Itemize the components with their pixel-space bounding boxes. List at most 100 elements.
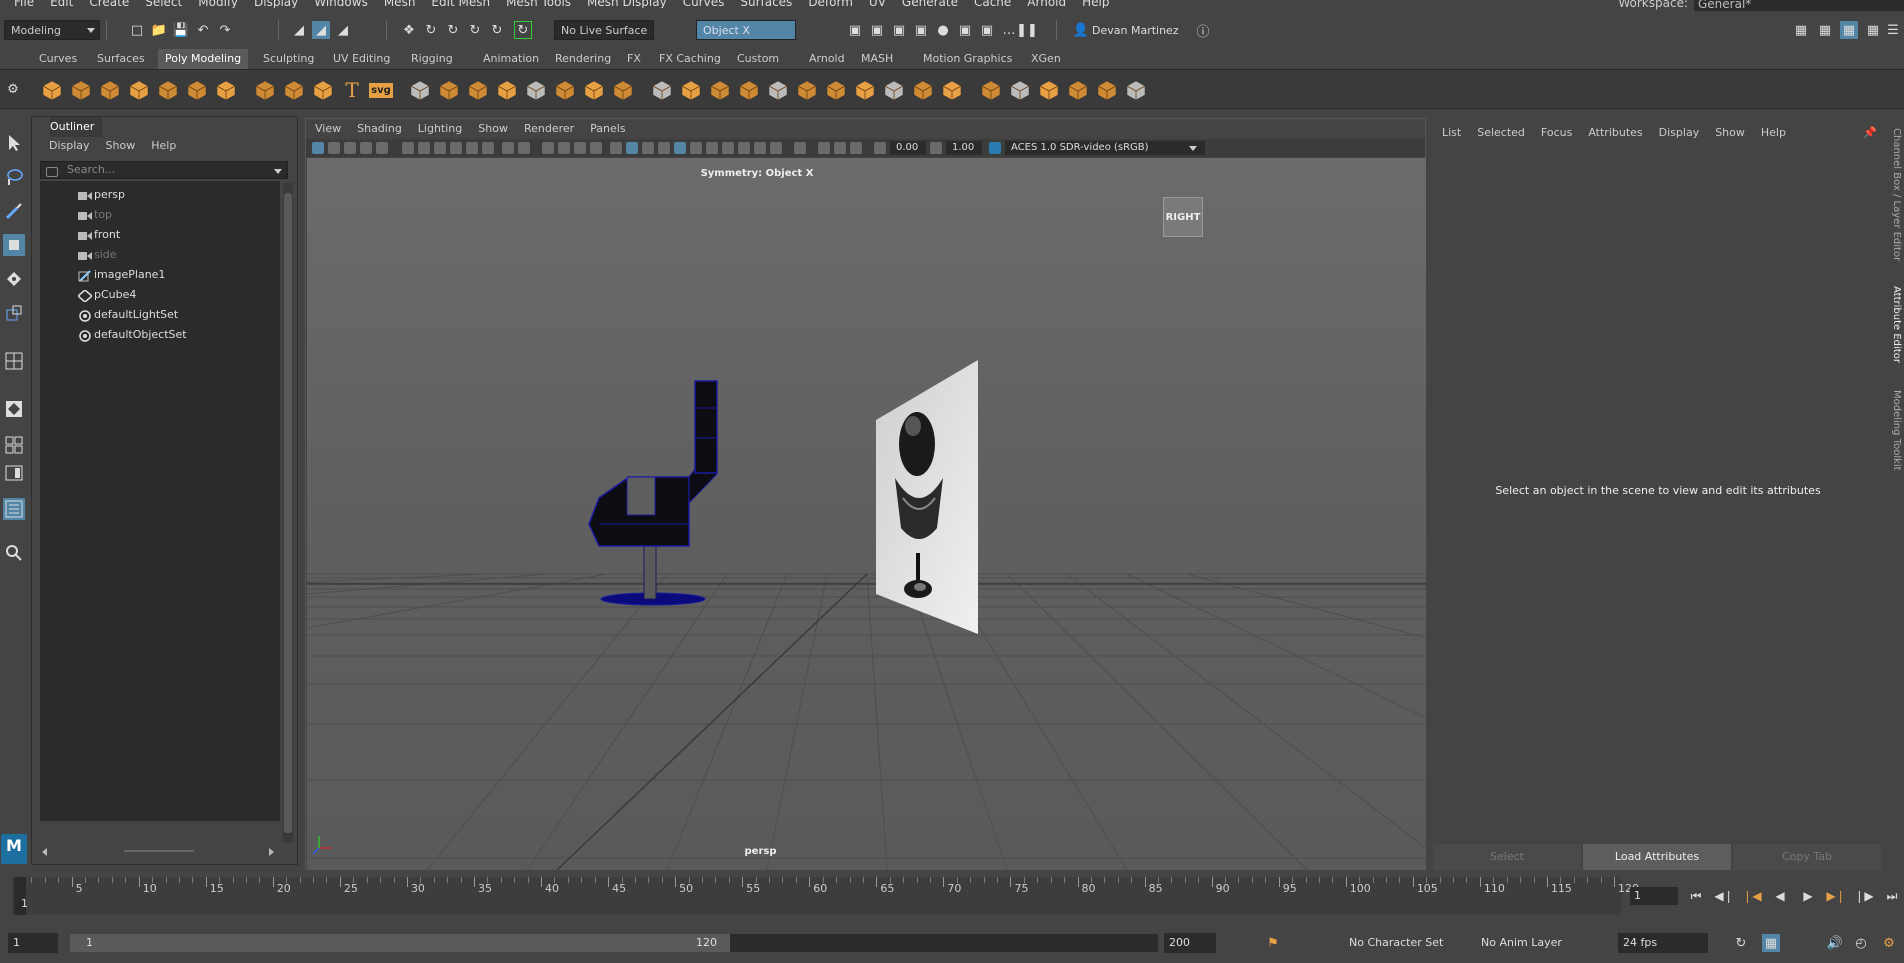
insert-edge-loop-icon[interactable] [795, 78, 819, 102]
step-forward-frame-icon[interactable]: ❘▶ [1854, 888, 1873, 904]
attribute-editor-icon[interactable]: ▦ [1840, 21, 1858, 39]
menu-select[interactable]: Select [137, 0, 190, 8]
textured-icon[interactable] [674, 142, 686, 154]
hud-icon[interactable] [818, 142, 830, 154]
four-view-layout-icon[interactable] [3, 398, 25, 420]
step-forward-key-icon[interactable]: ▶❘ [1826, 888, 1845, 904]
target-weld-icon[interactable] [853, 78, 877, 102]
menu-curves[interactable]: Curves [675, 0, 733, 8]
smooth-icon[interactable] [524, 78, 548, 102]
resolution-gate-icon[interactable] [450, 142, 462, 154]
snap-curve-icon[interactable]: ↻ [422, 21, 440, 39]
motion-blur-icon[interactable] [738, 142, 750, 154]
wireframe-on-shaded-icon[interactable] [658, 142, 670, 154]
snap-view-icon[interactable]: ↻ [488, 21, 506, 39]
outliner-menu-help[interactable]: Help [143, 137, 184, 155]
menu-windows[interactable]: Windows [306, 0, 376, 8]
menu-create[interactable]: Create [81, 0, 137, 8]
paint-select-icon[interactable] [3, 200, 25, 222]
poly-append-icon[interactable] [437, 78, 461, 102]
render-settings-icon[interactable]: ▣ [912, 21, 930, 39]
shelf-tab-custom[interactable]: Custom [730, 49, 786, 69]
color-space-dropdown[interactable]: ACES 1.0 SDR-video (sRGB) [1005, 141, 1205, 155]
menu-cache[interactable]: Cache [966, 0, 1019, 8]
view-cube[interactable]: RIGHT [1163, 197, 1203, 237]
outliner-item-defaultobjectset[interactable]: defaultObjectSet [40, 325, 270, 345]
ipr-render-icon[interactable]: ▣ [890, 21, 908, 39]
color-management-icon[interactable] [989, 142, 1001, 154]
select-hierarchy-icon[interactable]: ◢ [290, 21, 308, 39]
menu-mesh[interactable]: Mesh [376, 0, 424, 8]
shelf-tab-fx[interactable]: FX [620, 49, 648, 69]
menu-arnold[interactable]: Arnold [1019, 0, 1074, 8]
poly-cube-icon[interactable] [69, 78, 93, 102]
shelf-tab-curves[interactable]: Curves [32, 49, 84, 69]
two-d-pan-icon[interactable] [376, 142, 388, 154]
time-slider[interactable]: 5 10 15 20 25 30 35 40 45 50 55 60 65 70 75 80 85 90 95 100… [0, 877, 1904, 915]
channel-box-icon[interactable]: ▦ [1816, 21, 1834, 39]
menu-mesh-tools[interactable]: Mesh Tools [498, 0, 579, 8]
playback-range-fill[interactable] [70, 934, 730, 952]
shelf-tab-fx-caching[interactable]: FX Caching [652, 49, 728, 69]
graph-layout-icon[interactable] [3, 462, 25, 484]
camera-attributes-icon[interactable] [328, 142, 340, 154]
menu-help[interactable]: Help [1074, 0, 1117, 8]
mirror-icon[interactable] [582, 78, 606, 102]
film-gate-icon[interactable] [434, 142, 446, 154]
outliner-item-pcube4[interactable]: pCube4 [40, 285, 270, 305]
single-view-layout-icon[interactable] [3, 350, 25, 372]
menu-file[interactable]: File [0, 0, 42, 8]
outliner-menu-show[interactable]: Show [98, 137, 144, 155]
sidebar-toggle-icon[interactable]: ▦ [1792, 21, 1810, 39]
workspace-dropdown[interactable]: General* [1694, 0, 1904, 11]
planar-map-icon[interactable] [1008, 78, 1032, 102]
bridge-edge-icon[interactable] [737, 78, 761, 102]
anim-prefs-icon[interactable]: ◴ [1852, 934, 1870, 952]
depth-of-field-icon[interactable] [770, 142, 782, 154]
fps-dropdown[interactable]: 24 fps [1618, 933, 1708, 953]
viewport-canvas[interactable]: Symmetry: Object X RIGHT persp [307, 158, 1426, 870]
isolate-icon[interactable] [794, 142, 806, 154]
snap-point-icon[interactable]: ↻ [444, 21, 462, 39]
grease-pencil-icon[interactable] [402, 142, 414, 154]
menu-modify[interactable]: Modify [190, 0, 246, 8]
wireframe-icon[interactable] [610, 142, 622, 154]
end-time-field[interactable]: 200 [1164, 933, 1216, 953]
layers-icon[interactable]: ☰ [1884, 21, 1902, 39]
extract-icon[interactable] [611, 78, 635, 102]
user-name[interactable]: Devan Martinez [1092, 24, 1179, 37]
go-to-start-icon[interactable]: ⏮ [1688, 888, 1704, 904]
default-material-icon[interactable] [642, 142, 654, 154]
viewport-menu-view[interactable]: View [306, 119, 349, 139]
save-scene-icon[interactable]: 💾 [172, 21, 190, 39]
attr-menu-focus[interactable]: Focus [1533, 118, 1580, 148]
shelf-tab-poly-modeling[interactable]: Poly Modeling [158, 49, 249, 69]
snap-grid-icon[interactable]: ❖ [400, 21, 418, 39]
image-plane-icon[interactable] [360, 142, 372, 154]
attr-menu-list[interactable]: List [1433, 118, 1469, 148]
gate-mask-icon[interactable] [466, 142, 478, 154]
load-attributes-button[interactable]: Load Attributes [1583, 844, 1731, 870]
shelf-tab-animation[interactable]: Animation [476, 49, 546, 69]
smooth-shade-icon[interactable] [626, 142, 638, 154]
render-view-icon[interactable]: ▣ [956, 21, 974, 39]
menu-edit[interactable]: Edit [42, 0, 81, 8]
move-tool-icon[interactable] [3, 234, 25, 256]
multisample-icon[interactable] [754, 142, 766, 154]
open-scene-icon[interactable]: 📁 [150, 21, 168, 39]
render-frame-icon[interactable]: ▣ [846, 21, 864, 39]
current-frame-field[interactable]: 1 [1630, 887, 1678, 905]
quad-draw-icon[interactable] [911, 78, 935, 102]
isolate-select-icon[interactable] [542, 142, 554, 154]
viewport-menu-show[interactable]: Show [470, 119, 516, 139]
toggle-panel-icon[interactable] [850, 142, 862, 154]
gamma-field[interactable]: 1.00 [946, 141, 982, 155]
outliner-menu-display[interactable]: Display [32, 137, 98, 155]
cache-playback-icon[interactable]: ▦ [1762, 934, 1780, 952]
xray-icon[interactable] [558, 142, 570, 154]
attr-menu-show[interactable]: Show [1707, 118, 1753, 148]
anim-layer-dropdown[interactable]: No Anim Layer [1476, 933, 1576, 953]
shelf-tab-sculpting[interactable]: Sculpting [256, 49, 321, 69]
shadows-icon[interactable] [706, 142, 718, 154]
select-object-icon[interactable]: ◢ [312, 21, 330, 39]
